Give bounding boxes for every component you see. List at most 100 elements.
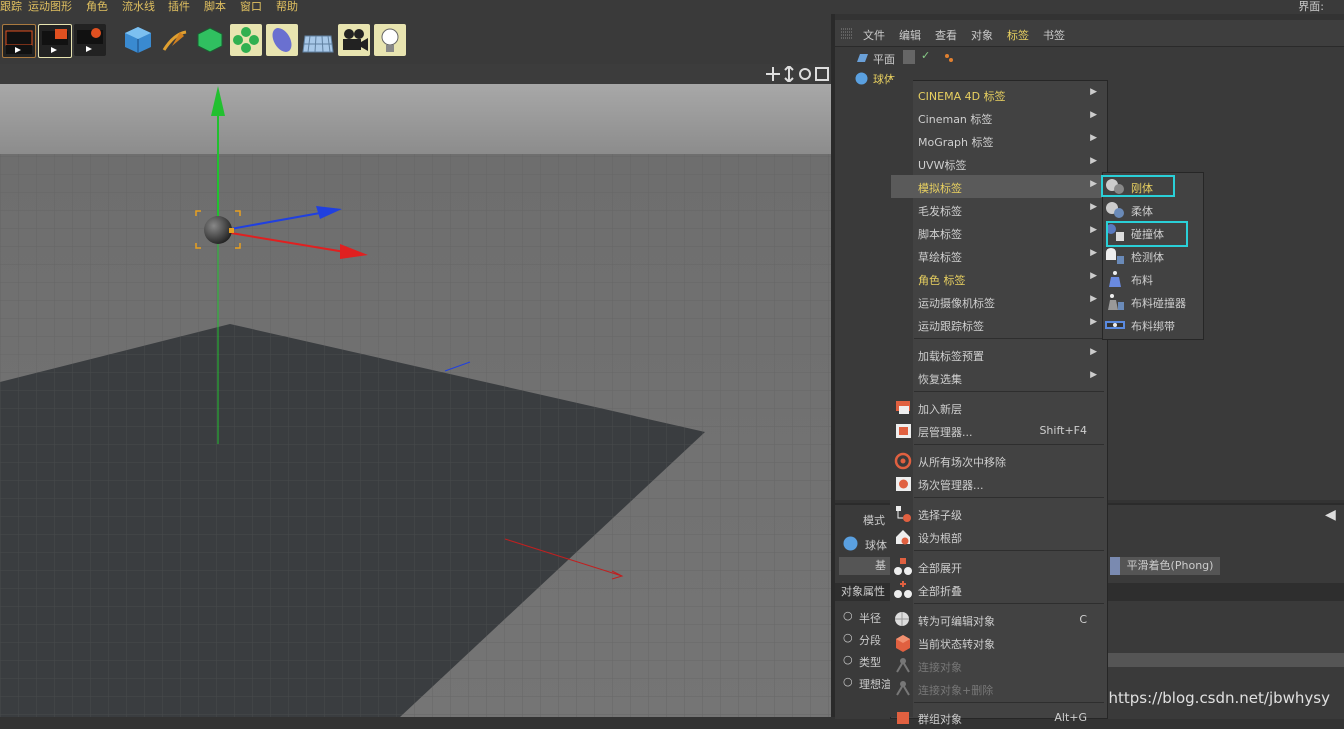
menu-item-uvw-tags[interactable]: UVW标签 ▶ — [891, 152, 1105, 175]
cube-icon[interactable] — [122, 24, 154, 56]
sphere-object-icon — [843, 536, 858, 551]
sphere-object-icon — [855, 72, 868, 85]
tag-dots-icon[interactable] — [943, 52, 955, 64]
render-view-icon[interactable] — [2, 24, 36, 58]
submenu-item-cloth-belt[interactable]: 布料绑带 — [1103, 313, 1201, 336]
menu-item-cinema4d-tags[interactable]: CINEMA 4D 标签 ▶ — [891, 83, 1105, 106]
grip-icon[interactable] — [841, 27, 853, 39]
param-radius: 半径 — [859, 612, 881, 625]
menu-item-layer-manager[interactable]: 层管理器... Shift+F4 — [891, 419, 1105, 442]
param-segments: 分段 — [859, 634, 881, 647]
menu-item-take-manager[interactable]: 场次管理器... — [891, 472, 1105, 495]
submenu-arrow-icon: ▶ — [1090, 317, 1097, 327]
menu-plugins[interactable]: 插件 — [168, 0, 190, 14]
pen-icon[interactable] — [158, 24, 190, 56]
menu-help[interactable]: 帮助 — [276, 0, 298, 14]
array-icon[interactable] — [230, 24, 262, 56]
submenu-arrow-icon: ▶ — [1090, 179, 1097, 189]
om-menu-edit[interactable]: 编辑 — [899, 27, 921, 43]
om-menu-file[interactable]: 文件 — [863, 27, 885, 43]
select-children-icon — [896, 506, 911, 522]
submenu-arrow-icon: ▶ — [1090, 225, 1097, 235]
radio-icon[interactable]: ○ — [843, 653, 853, 666]
om-menu-tags[interactable]: 标签 — [1007, 27, 1029, 43]
menu-item-connect-objects: 连接对象 — [891, 654, 1105, 677]
menu-item-simulation-tags[interactable]: 模拟标签 ▶ — [891, 175, 1105, 198]
menu-item-add-new-layer[interactable]: 加入新层 — [891, 396, 1105, 419]
menu-item-sketch-tags[interactable]: 草绘标签 ▶ — [891, 244, 1105, 267]
om-menu-bookmarks[interactable]: 书签 — [1043, 27, 1065, 43]
submenu-item-soft-body[interactable]: 柔体 — [1103, 198, 1201, 221]
viewport-scene[interactable] — [0, 84, 831, 717]
menu-pipeline[interactable]: 流水线 — [122, 0, 155, 14]
submenu-arrow-icon: ▶ — [1090, 133, 1097, 143]
om-menu-view[interactable]: 查看 — [935, 27, 957, 43]
tab-phong[interactable]: 平滑着色(Phong) — [1110, 557, 1220, 575]
menu-item-hair-tags[interactable]: 毛发标签 ▶ — [891, 198, 1105, 221]
menu-item-load-tag-preset[interactable]: 加载标签预置 ▶ — [891, 343, 1105, 366]
3d-viewport[interactable] — [0, 84, 831, 717]
menu-item-script-tags[interactable]: 脚本标签 ▶ — [891, 221, 1105, 244]
radio-icon[interactable]: ○ — [843, 675, 853, 688]
menu-item-collapse-all[interactable]: 全部折叠 — [891, 578, 1105, 601]
menu-item-motion-tracking-tags[interactable]: 运动跟踪标签 ▶ — [891, 313, 1105, 336]
radio-icon[interactable]: ○ — [843, 631, 853, 644]
menu-item-select-children[interactable]: 选择子级 — [891, 502, 1105, 525]
layer-swatch[interactable] — [903, 50, 915, 64]
submenu-arrow-icon: ▶ — [1090, 202, 1097, 212]
menu-script[interactable]: 脚本 — [204, 0, 226, 14]
collapse-all-icon — [894, 581, 912, 598]
menu-item-current-state-to-object[interactable]: 当前状态转对象 — [891, 631, 1105, 654]
menu-item-motion-camera-tags[interactable]: 运动摄像机标签 ▶ — [891, 290, 1105, 313]
menu-item-restore-selection[interactable]: 恢复选集 ▶ — [891, 366, 1105, 389]
highlight-collider-body — [1106, 221, 1188, 247]
render-picture-viewer-icon[interactable] — [38, 24, 72, 58]
menu-item-character-tags[interactable]: 角色 标签 ▶ — [891, 267, 1105, 290]
menu-item-set-as-root[interactable]: 设为根部 — [891, 525, 1105, 548]
add-layer-icon — [896, 401, 910, 414]
am-mode-menu[interactable]: 模式 — [863, 512, 885, 528]
menu-separator — [914, 497, 1104, 498]
menu-item-group-objects[interactable]: 群组对象 Alt+G — [891, 706, 1105, 729]
menu-item-cineman-tags[interactable]: Cineman 标签 ▶ — [891, 106, 1105, 129]
menu-mograph[interactable]: 运动图形 — [28, 0, 72, 14]
menu-item-remove-from-all-takes[interactable]: 从所有场次中移除 — [891, 449, 1105, 472]
connect-delete-icon — [896, 681, 910, 696]
visibility-check-icon[interactable]: ✓ — [921, 49, 930, 62]
subdivision-icon[interactable] — [194, 24, 226, 56]
object-name[interactable]: 平面 — [873, 51, 895, 67]
radio-icon[interactable]: ○ — [843, 609, 853, 622]
om-menu-object[interactable]: 对象 — [971, 27, 993, 43]
submenu-item-cloth-collider[interactable]: 布料碰撞器 — [1103, 290, 1201, 313]
submenu-arrow-icon: ▶ — [1090, 87, 1097, 97]
menu-item-expand-all[interactable]: 全部展开 — [891, 555, 1105, 578]
submenu-item-ghost-body[interactable]: 检测体 — [1103, 244, 1201, 267]
take-remove-icon — [894, 452, 912, 470]
submenu-arrow-icon: ▶ — [1090, 156, 1097, 166]
menu-window[interactable]: 窗口 — [240, 0, 262, 14]
cloth-collider-icon — [1108, 294, 1124, 310]
param-slider[interactable] — [1105, 653, 1344, 667]
render-settings-icon[interactable] — [74, 24, 106, 56]
deformer-icon[interactable] — [266, 24, 298, 56]
menu-item-connect-objects-delete: 连接对象+删除 — [891, 677, 1105, 700]
menu-tracking[interactable]: 跟踪 — [0, 0, 22, 14]
expand-all-icon — [894, 558, 912, 575]
floor-icon[interactable] — [302, 24, 334, 56]
camera-icon[interactable] — [338, 24, 370, 56]
take-manager-icon — [896, 477, 911, 491]
param-type: 类型 — [859, 656, 881, 669]
main-toolbar — [0, 14, 835, 64]
back-arrow-icon[interactable]: ◀ — [1325, 507, 1336, 523]
sphere-object[interactable] — [204, 216, 232, 244]
menu-item-mograph-tags[interactable]: MoGraph 标签 ▶ — [891, 129, 1105, 152]
object-row-plane[interactable]: 平面 ✓ — [835, 48, 1344, 68]
submenu-item-cloth[interactable]: 布料 — [1103, 267, 1201, 290]
light-icon[interactable] — [374, 24, 406, 56]
viewport-nav-icons[interactable] — [765, 66, 831, 82]
menu-separator — [914, 550, 1104, 551]
menu-character[interactable]: 角色 — [86, 0, 108, 14]
viewport-header — [0, 64, 831, 84]
menu-separator — [914, 444, 1104, 445]
menu-item-make-editable[interactable]: 转为可编辑对象 C — [891, 608, 1105, 631]
